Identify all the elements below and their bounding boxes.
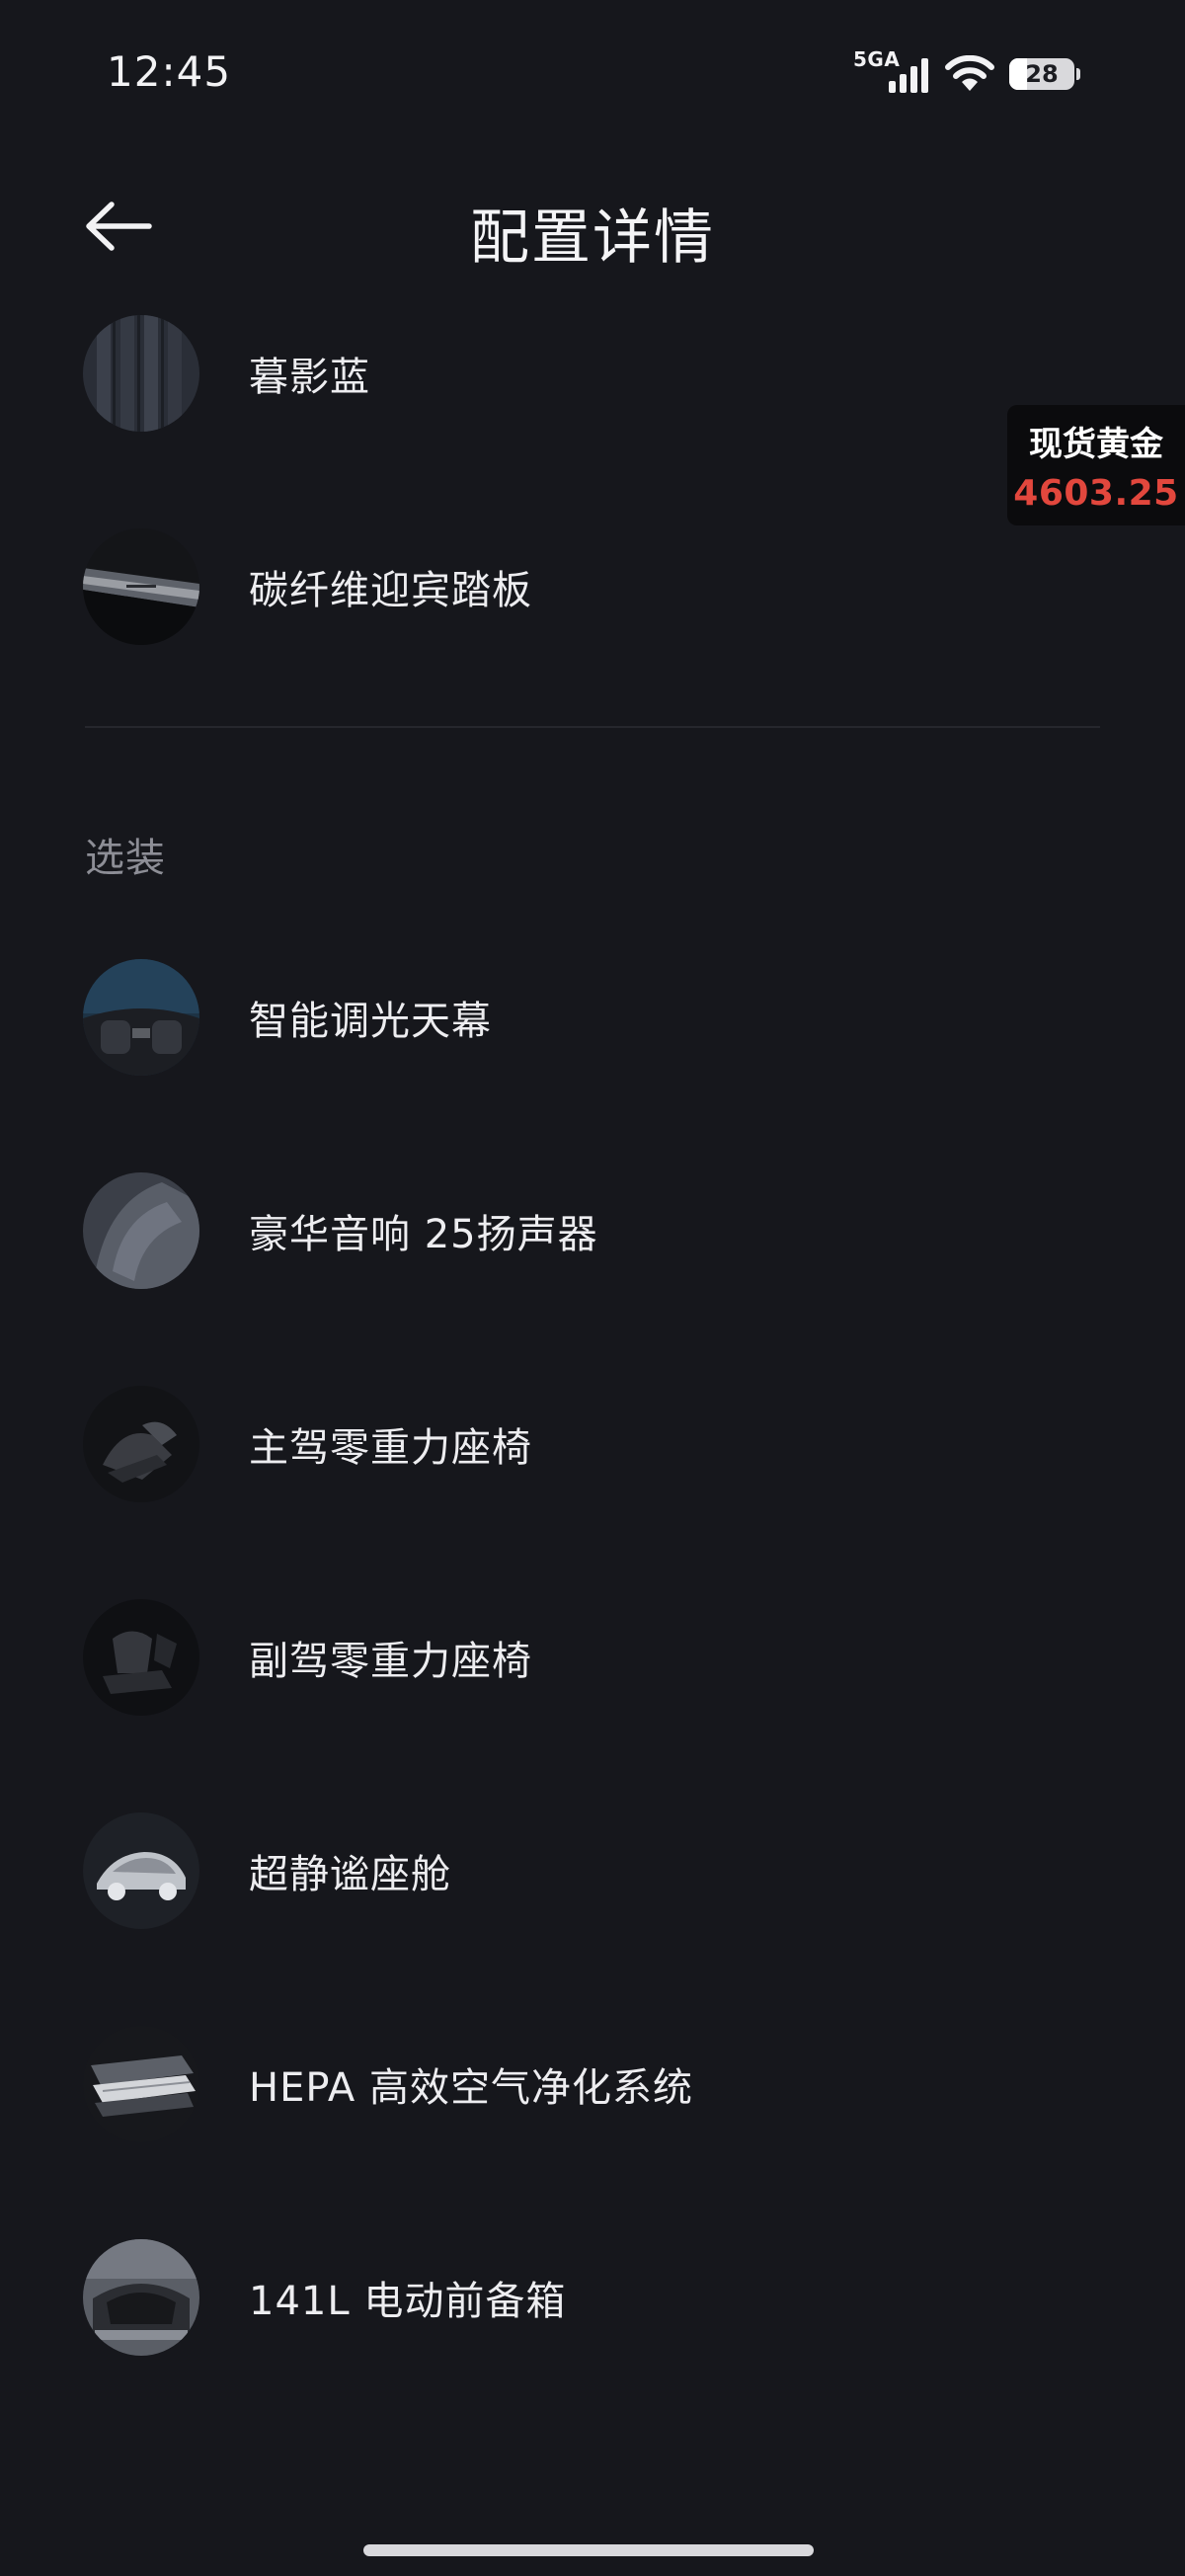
page-title: 配置详情	[470, 203, 715, 273]
option-item-label: 超静谧座舱	[249, 1852, 451, 1897]
option-item-audio[interactable]: 豪华音响 25扬声器	[83, 1171, 1100, 1290]
config-item-label: 碳纤维迎宾踏板	[249, 568, 532, 613]
frunk-thumbnail	[83, 2239, 199, 2356]
option-item-hepa[interactable]: HEPA 高效空气净化系统	[83, 2025, 1100, 2143]
speaker-thumbnail	[83, 1172, 199, 1289]
gold-price: 4603.25	[1013, 473, 1179, 514]
sill-plate-thumbnail	[83, 528, 199, 645]
battery-cap	[1076, 68, 1080, 80]
option-item-label: 智能调光天幕	[249, 999, 492, 1044]
option-item-label: 豪华音响 25扬声器	[249, 1212, 598, 1257]
signal-group: 5GA	[853, 47, 930, 97]
status-icons: 5GA 28	[853, 47, 1080, 99]
section-title-options: 选装	[85, 836, 166, 881]
config-item-sill-plate[interactable]: 碳纤维迎宾踏板	[83, 527, 1100, 646]
battery-icon: 28	[1009, 58, 1080, 90]
status-bar: 12:45 5GA 28	[0, 0, 1185, 148]
option-item-quiet-cabin[interactable]: 超静谧座舱	[83, 1811, 1100, 1930]
battery-percent: 28	[1025, 60, 1059, 88]
option-item-passenger-seat[interactable]: 副驾零重力座椅	[83, 1598, 1100, 1717]
option-item-label: 副驾零重力座椅	[249, 1639, 532, 1684]
section-divider	[85, 726, 1100, 728]
sunroof-thumbnail	[83, 959, 199, 1076]
option-item-label: HEPA 高效空气净化系统	[249, 2065, 693, 2111]
option-item-sunroof[interactable]: 智能调光天幕	[83, 958, 1100, 1077]
driver-seat-thumbnail	[83, 1386, 199, 1502]
home-indicator[interactable]	[363, 2544, 814, 2556]
option-item-label: 141L 电动前备箱	[249, 2279, 567, 2324]
wifi-icon	[945, 55, 994, 91]
color-swatch-thumbnail	[83, 315, 199, 432]
passenger-seat-thumbnail	[83, 1599, 199, 1716]
config-item-color[interactable]: 暮影蓝	[83, 314, 1100, 433]
option-item-label: 主驾零重力座椅	[249, 1425, 532, 1471]
gold-label: 现货黄金	[1029, 425, 1163, 464]
option-item-frunk[interactable]: 141L 电动前备箱	[83, 2238, 1100, 2357]
gold-price-widget[interactable]: 现货黄金 4603.25	[1007, 405, 1185, 525]
config-item-label: 暮影蓝	[249, 355, 370, 400]
status-time: 12:45	[107, 47, 232, 96]
signal-icon	[889, 58, 928, 93]
quiet-cabin-thumbnail	[83, 1812, 199, 1929]
hepa-filter-thumbnail	[83, 2026, 199, 2142]
option-item-driver-seat[interactable]: 主驾零重力座椅	[83, 1385, 1100, 1503]
